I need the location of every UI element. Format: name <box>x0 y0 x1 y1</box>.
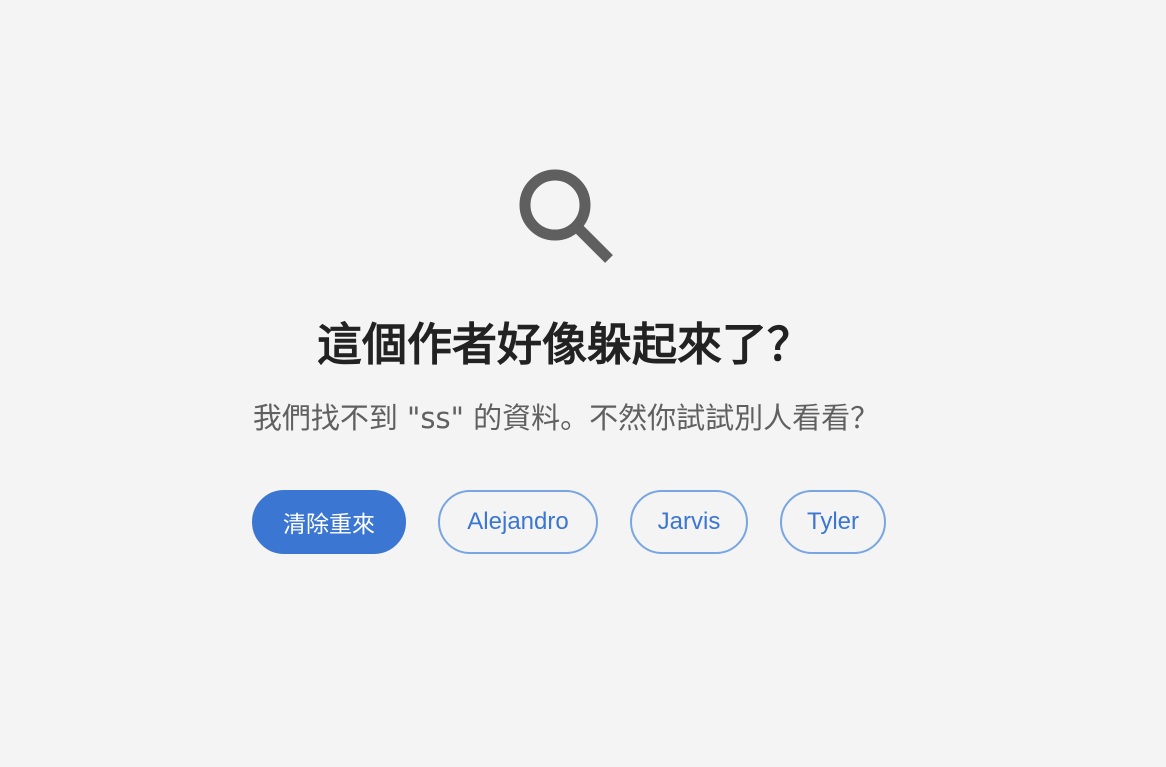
no-results-panel: 這個作者好像躲起來了？ 我們找不到 "ss" 的資料。不然你試試別人看看？ 清除… <box>0 0 1166 767</box>
empty-state-message: 我們找不到 "ss" 的資料。不然你試試別人看看？ <box>252 401 880 435</box>
empty-state-title: 這個作者好像躲起來了？ <box>316 318 812 371</box>
suggestion-button-tyler[interactable]: Tyler <box>780 490 886 554</box>
action-buttons: 清除重來 Alejandro Jarvis Tyler <box>252 490 886 554</box>
suggestion-button-jarvis[interactable]: Jarvis <box>630 490 748 554</box>
suggestion-button-alejandro[interactable]: Alejandro <box>438 490 598 554</box>
search-icon <box>519 169 613 263</box>
clear-reset-button[interactable]: 清除重來 <box>252 490 406 554</box>
